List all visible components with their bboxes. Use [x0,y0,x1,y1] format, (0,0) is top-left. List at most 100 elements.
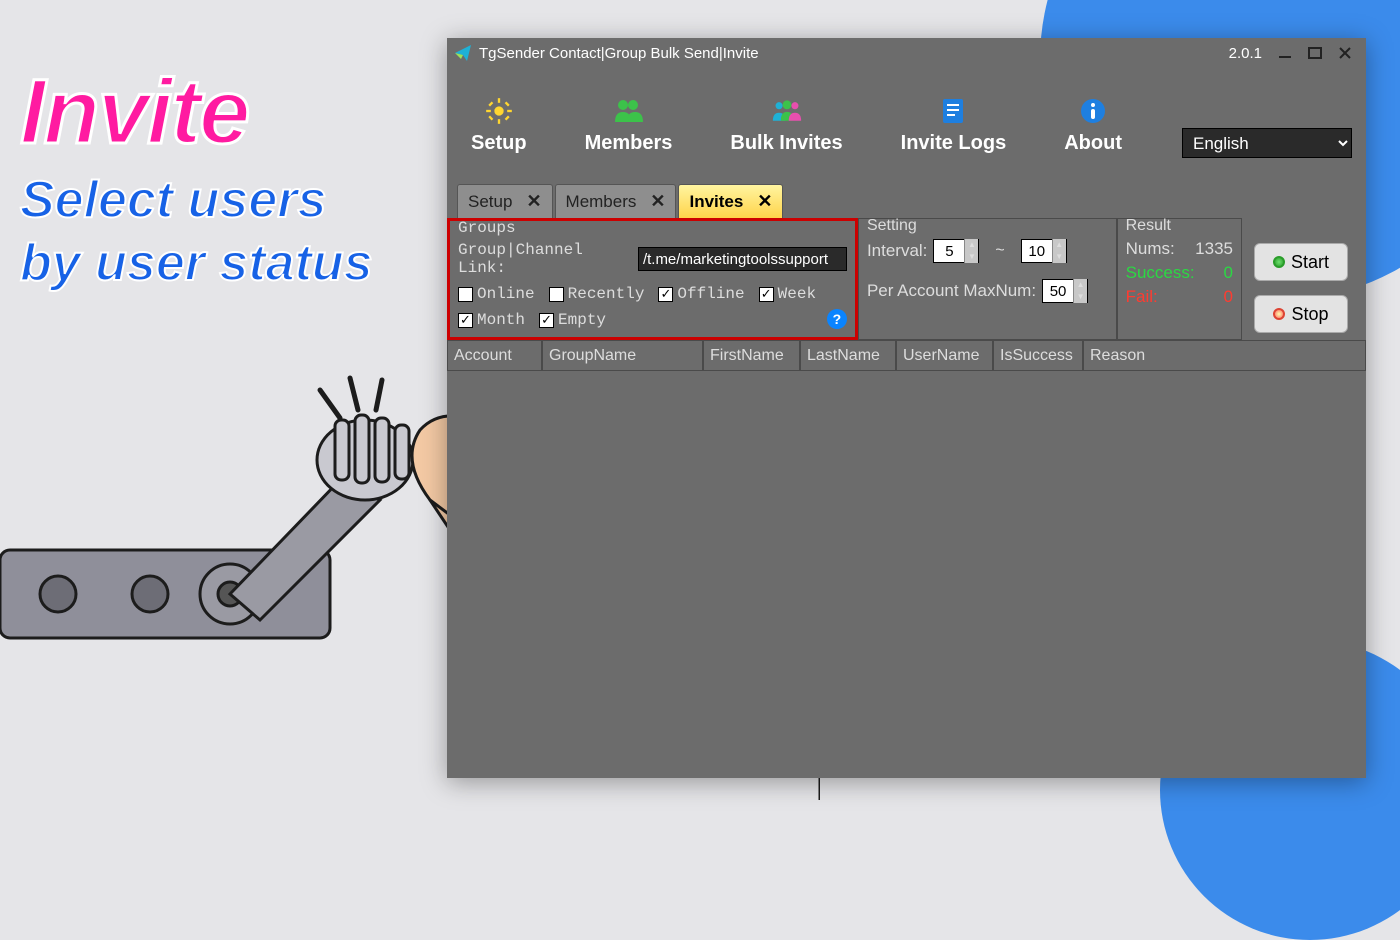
result-panel: Result Nums: 1335 Success: 0 Fail: 0 [1117,218,1242,340]
interval-min-spinner[interactable]: 5▲▼ [933,239,979,263]
chevron-down-icon[interactable]: ▼ [1073,291,1087,303]
hero: Invite Select users by user status [20,60,373,290]
chevron-up-icon[interactable]: ▲ [1073,279,1087,291]
col-account[interactable]: Account [447,341,542,371]
result-fail-value: 0 [1224,287,1233,307]
result-nums-label: Nums: [1126,239,1175,259]
nav-about-label: About [1064,132,1122,155]
checkbox-offline[interactable]: ✓Offline [658,285,744,303]
content: Groups Group|Channel Link: Online Recent… [447,218,1366,778]
members-icon [613,96,643,126]
col-firstname[interactable]: FirstName [703,341,800,371]
app-window: TgSender Contact|Group Bulk Send|Invite … [447,38,1366,778]
checkbox-online[interactable]: Online [458,285,535,303]
result-fail-label: Fail: [1126,287,1158,307]
checkbox-empty[interactable]: ✓Empty [539,311,606,329]
logs-icon [938,96,968,126]
result-legend: Result [1124,217,1173,235]
chevron-up-icon[interactable]: ▲ [1052,239,1066,251]
setting-legend: Setting [865,217,919,235]
maximize-button[interactable] [1300,42,1330,64]
doc-tab-setup[interactable]: Setup ✕ [457,184,553,218]
titlebar: TgSender Contact|Group Bulk Send|Invite … [447,38,1366,68]
nav-invite-logs[interactable]: Invite Logs [895,92,1013,159]
nav-bulk-invites-label: Bulk Invites [730,132,842,155]
close-button[interactable] [1330,42,1360,64]
setting-panel: Setting Interval: 5▲▼ ~ 10▲▼ Per Account… [858,218,1117,340]
doc-tab-members-label: Members [566,192,637,212]
checkbox-week[interactable]: ✓Week [759,285,816,303]
hero-sub2: by user status [20,236,373,291]
gear-icon [484,96,514,126]
per-account-value: 50 [1043,283,1073,300]
interval-max-value: 10 [1022,243,1052,260]
chevron-down-icon[interactable]: ▼ [964,251,978,263]
doc-tabs: Setup ✕ Members ✕ Invites ✕ [447,182,1366,218]
checkbox-recently[interactable]: Recently [549,285,645,303]
nav-about[interactable]: About [1058,92,1128,159]
window-title: TgSender Contact|Group Bulk Send|Invite [479,45,759,62]
stop-button[interactable]: Stop [1254,295,1348,333]
result-success-label: Success: [1126,263,1195,283]
interval-label: Interval: [867,241,927,261]
hero-title: Invite [20,60,373,165]
chevron-down-icon[interactable]: ▼ [1052,251,1066,263]
checkbox-recently-label: Recently [568,285,645,303]
actions-panel: Start Stop [1242,218,1366,340]
groups-panel: Groups Group|Channel Link: Online Recent… [447,218,858,340]
start-icon [1273,256,1285,268]
group-link-input[interactable] [638,247,847,271]
table-header: AccountGroupNameFirstNameLastNameUserNam… [447,341,1366,371]
interval-sep: ~ [995,242,1004,260]
col-groupname[interactable]: GroupName [542,341,703,371]
minimize-button[interactable] [1270,42,1300,64]
stop-label: Stop [1291,304,1328,325]
checkbox-offline-label: Offline [677,285,744,303]
close-icon[interactable]: ✕ [650,191,665,212]
close-icon[interactable]: ✕ [757,191,772,212]
results-table: AccountGroupNameFirstNameLastNameUserNam… [447,340,1366,778]
group-link-label: Group|Channel Link: [458,241,634,277]
nav-setup[interactable]: Setup [465,92,533,159]
col-issuccess[interactable]: IsSuccess [993,341,1083,371]
help-icon[interactable]: ? [827,309,847,329]
doc-tab-members[interactable]: Members ✕ [555,184,677,218]
nav-setup-label: Setup [471,132,527,155]
main-nav: Setup Members Bulk Invites Invite Logs A… [447,68,1366,182]
app-icon [453,43,473,63]
bulk-invites-icon [772,96,802,126]
panels-row: Groups Group|Channel Link: Online Recent… [447,218,1366,340]
table-body [447,371,1366,778]
doc-tab-setup-label: Setup [468,192,512,212]
interval-min-value: 5 [934,243,964,260]
checkbox-month-label: Month [477,311,525,329]
checkbox-week-label: Week [778,285,816,303]
per-account-label: Per Account MaxNum: [867,281,1036,301]
col-reason[interactable]: Reason [1083,341,1366,371]
version-label: 2.0.1 [1229,45,1262,62]
result-nums-value: 1335 [1195,239,1233,259]
col-username[interactable]: UserName [896,341,993,371]
checkbox-online-label: Online [477,285,535,303]
col-lastname[interactable]: LastName [800,341,896,371]
doc-tab-invites-label: Invites [689,192,743,212]
doc-tab-invites[interactable]: Invites ✕ [678,184,783,218]
info-icon [1078,96,1108,126]
groups-legend: Groups [456,219,518,237]
hero-sub1: Select users [20,173,373,228]
nav-bulk-invites[interactable]: Bulk Invites [724,92,848,159]
nav-members[interactable]: Members [579,92,679,159]
per-account-spinner[interactable]: 50▲▼ [1042,279,1088,303]
chevron-up-icon[interactable]: ▲ [964,239,978,251]
start-button[interactable]: Start [1254,243,1348,281]
nav-members-label: Members [585,132,673,155]
start-label: Start [1291,252,1329,273]
result-success-value: 0 [1224,263,1233,283]
nav-invite-logs-label: Invite Logs [901,132,1007,155]
stop-icon [1273,308,1285,320]
checkbox-month[interactable]: ✓Month [458,311,525,329]
interval-max-spinner[interactable]: 10▲▼ [1021,239,1067,263]
close-icon[interactable]: ✕ [526,191,541,212]
language-select[interactable]: English [1182,128,1352,158]
checkbox-empty-label: Empty [558,311,606,329]
